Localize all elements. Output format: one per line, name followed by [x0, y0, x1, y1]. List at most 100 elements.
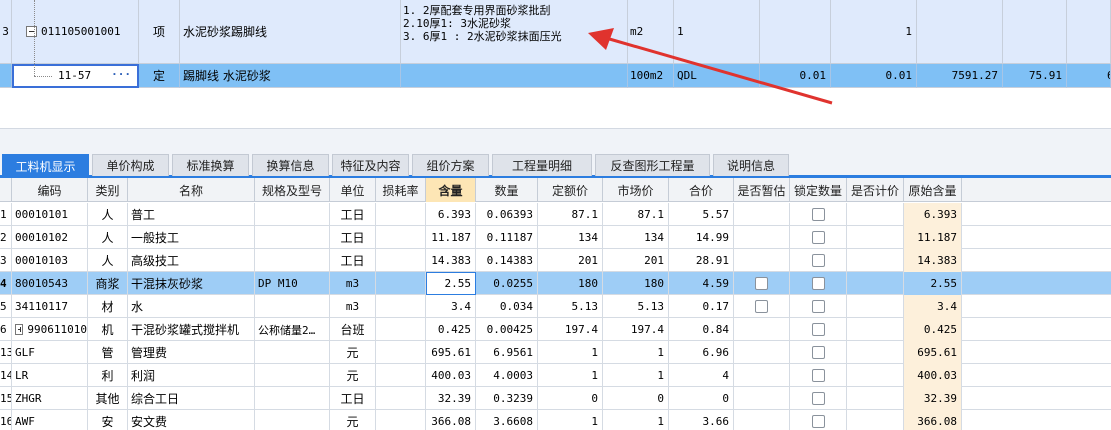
base-price-cell[interactable]: 0	[538, 387, 603, 410]
selected-code-cell[interactable]: 11-57 ···	[12, 64, 139, 88]
market-price-cell[interactable]: 180	[603, 272, 669, 295]
code-cell[interactable]: GLF	[12, 341, 88, 364]
qty1-cell[interactable]: 0.01	[760, 64, 831, 88]
market-price-cell[interactable]: 0	[603, 387, 669, 410]
checkbox[interactable]	[755, 300, 768, 313]
tab-quantity-detail[interactable]: 工程量明细	[492, 154, 592, 176]
is-priced-cell[interactable]	[847, 364, 904, 387]
loss-rate-cell[interactable]	[376, 364, 426, 387]
tab-graphic-quantity-lookup[interactable]: 反查图形工程量	[595, 154, 710, 176]
name-cell[interactable]: 管理费	[128, 341, 255, 364]
code-cell[interactable]: 990611010	[12, 318, 88, 341]
spec-cell[interactable]	[255, 341, 330, 364]
content-cell[interactable]: 2.55	[426, 272, 476, 295]
loss-rate-cell[interactable]	[376, 295, 426, 318]
is-priced-cell[interactable]	[847, 203, 904, 226]
total-cell[interactable]: 0	[669, 387, 734, 410]
unit-cell[interactable]: 工日	[330, 387, 376, 410]
description-cell[interactable]	[401, 64, 628, 88]
quantity-cell[interactable]: 0.3239	[476, 387, 538, 410]
category-cell[interactable]: 其他	[88, 387, 128, 410]
spec-cell[interactable]	[255, 410, 330, 430]
checkbox[interactable]	[811, 231, 825, 244]
is-estimated-cell[interactable]	[734, 295, 790, 318]
table-row[interactable]: 13 GLF 管 管理费 元 695.61 6.9561 1 1 6.96 695.61	[0, 341, 1111, 364]
bill-item-row[interactable]: 3 011105001001 项 水泥砂浆踢脚线 1. 2厚配套专用界面砂浆批刮…	[0, 0, 1111, 64]
loss-rate-cell[interactable]	[376, 341, 426, 364]
category-cell[interactable]: 管	[88, 341, 128, 364]
spec-cell[interactable]: 公称储量2…	[255, 318, 330, 341]
header-loss-rate[interactable]: 损耗率	[376, 178, 426, 202]
market-price-cell[interactable]: 5.13	[603, 295, 669, 318]
loss-rate-cell[interactable]	[376, 203, 426, 226]
table-row[interactable]: 1 00010101 人 普工 工日 6.393 0.06393 87.1 87.1 5.57 6.…	[0, 203, 1111, 226]
tab-description-info[interactable]: 说明信息	[713, 154, 789, 176]
original-content-cell[interactable]: 0.425	[904, 318, 962, 341]
market-price-cell[interactable]: 197.4	[603, 318, 669, 341]
checkbox[interactable]	[755, 277, 768, 290]
code-cell[interactable]: 011105001001	[12, 0, 139, 64]
table-row[interactable]: 14 LR 利利润元 400.03 4.0003 1 1 4 400.03	[0, 364, 1111, 387]
unit-cell[interactable]: 工日	[330, 203, 376, 226]
tab-unit-price-composition[interactable]: 单价构成	[92, 154, 169, 176]
market-price-cell[interactable]: 1	[603, 341, 669, 364]
is-estimated-cell[interactable]	[734, 272, 790, 295]
base-price-cell[interactable]: 5.13	[538, 295, 603, 318]
market-price-cell[interactable]: 134	[603, 226, 669, 249]
original-content-cell[interactable]: 400.03	[904, 364, 962, 387]
header-market-price[interactable]: 市场价	[603, 178, 669, 202]
table-row[interactable]: 6 990611010 机 干混砂浆罐式搅拌机 公称储量2… 台班 0.425 0.00425…	[0, 318, 1111, 341]
total-cell[interactable]: 75.91	[1003, 64, 1067, 88]
is-estimated-cell[interactable]	[734, 249, 790, 272]
loss-rate-cell[interactable]	[376, 387, 426, 410]
header-spec[interactable]: 规格及型号	[255, 178, 330, 202]
tab-features-content[interactable]: 特征及内容	[332, 154, 409, 176]
unit-cell[interactable]: m2	[628, 0, 674, 64]
qty1-cell[interactable]	[760, 0, 831, 64]
header-name[interactable]: 名称	[128, 178, 255, 202]
panel-splitter[interactable]	[0, 128, 1111, 150]
lock-quantity-cell[interactable]	[790, 318, 847, 341]
unit-cell[interactable]: m3	[330, 295, 376, 318]
unit-cell[interactable]: 台班	[330, 318, 376, 341]
tab-standard-conversion[interactable]: 标准换算	[172, 154, 249, 176]
lock-quantity-cell[interactable]	[790, 364, 847, 387]
header-content[interactable]: 含量	[426, 178, 476, 202]
base-price-cell[interactable]: 197.4	[538, 318, 603, 341]
content-cell[interactable]: 3.4	[426, 295, 476, 318]
code-cell[interactable]: 00010103	[12, 249, 88, 272]
market-price-cell[interactable]: 1	[603, 364, 669, 387]
base-price-cell[interactable]: 1	[538, 410, 603, 430]
lock-quantity-cell[interactable]	[790, 203, 847, 226]
header-code[interactable]: 编码	[12, 178, 88, 202]
content-cell[interactable]: 0.425	[426, 318, 476, 341]
name-cell[interactable]: 安文费	[128, 410, 255, 430]
lock-quantity-cell[interactable]	[790, 226, 847, 249]
base-price-cell[interactable]: 1	[538, 341, 603, 364]
spec-cell[interactable]	[255, 226, 330, 249]
original-content-cell[interactable]: 14.383	[904, 249, 962, 272]
checkbox[interactable]	[811, 346, 825, 359]
is-estimated-cell[interactable]	[734, 387, 790, 410]
total-cell[interactable]: 0.84	[669, 318, 734, 341]
quantity-cell[interactable]: 0.0255	[476, 272, 538, 295]
header-unit[interactable]: 单位	[330, 178, 376, 202]
unit-cell[interactable]: 100m2	[628, 64, 674, 88]
quantity-cell[interactable]: 4.0003	[476, 364, 538, 387]
content-cell[interactable]: 6.393	[426, 203, 476, 226]
checkbox[interactable]	[811, 277, 825, 290]
total-cell[interactable]: 0.17	[669, 295, 734, 318]
table-row[interactable]: 15 ZHGR 其他 综合工日 工日 32.39 0.3239 0 0 0 32.39	[0, 387, 1111, 410]
total-cell[interactable]: 5.57	[669, 203, 734, 226]
loss-rate-cell[interactable]	[376, 272, 426, 295]
original-content-cell[interactable]: 366.08	[904, 410, 962, 430]
is-estimated-cell[interactable]	[734, 410, 790, 430]
code-cell[interactable]: 00010102	[12, 226, 88, 249]
loss-rate-cell[interactable]	[376, 249, 426, 272]
original-content-cell[interactable]: 695.61	[904, 341, 962, 364]
total-cell[interactable]	[1003, 0, 1067, 64]
is-priced-cell[interactable]	[847, 341, 904, 364]
table-row[interactable]: 2 00010102 人 一般技工 工日 11.187 0.11187 134 134 14.99…	[0, 226, 1111, 249]
original-content-cell[interactable]: 11.187	[904, 226, 962, 249]
total-cell[interactable]: 4.59	[669, 272, 734, 295]
